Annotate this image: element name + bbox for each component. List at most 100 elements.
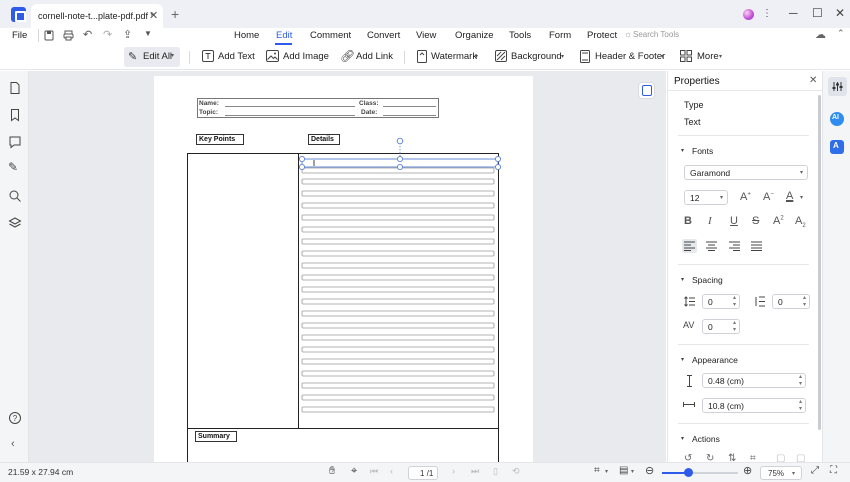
search-icon[interactable] (8, 189, 22, 203)
comment-mode-icon[interactable]: ▤ (619, 465, 628, 476)
add-image-button[interactable]: Add Image (283, 51, 329, 62)
character-spacing-input[interactable]: 0 ▴ ▾ (702, 319, 740, 334)
chevron-down-icon[interactable]: ▾ (800, 194, 803, 201)
fonts-collapse-icon[interactable]: ▾ (681, 147, 684, 154)
close-window-icon[interactable]: ✕ (835, 6, 845, 20)
background-icon[interactable] (495, 50, 507, 62)
fit-page-icon[interactable]: ⤢ (811, 465, 819, 476)
previous-page-icon[interactable]: ‹ (390, 466, 393, 476)
menu-tools[interactable]: Tools (509, 30, 531, 41)
cloud-upload-icon[interactable]: ☁ (815, 28, 826, 41)
spinner-icon[interactable]: ▴ ▾ (799, 374, 802, 388)
zoom-in-icon[interactable]: ⊕ (743, 464, 752, 477)
font-family-select[interactable]: Garamond ▾ (684, 165, 808, 180)
comment-icon[interactable] (8, 135, 22, 149)
key-points-column[interactable] (187, 153, 299, 429)
actions-collapse-icon[interactable]: ▾ (681, 435, 684, 442)
undo-icon[interactable]: ↶ (83, 28, 92, 41)
menu-view[interactable]: View (416, 30, 436, 41)
spinner-icon[interactable]: ▴ ▾ (733, 295, 736, 309)
align-left-button[interactable] (682, 239, 697, 253)
add-link-button[interactable]: Add Link (356, 51, 393, 62)
quick-access-dropdown-icon[interactable]: ▼ (144, 29, 152, 38)
add-text-button[interactable]: Add Text (218, 51, 255, 62)
attachment-icon[interactable]: ✎ (8, 160, 18, 174)
app-logo-icon[interactable] (11, 7, 26, 22)
watermark-icon[interactable] (417, 50, 427, 63)
chevron-down-icon[interactable]: ▾ (631, 468, 634, 475)
page-view-icon[interactable]: ▯ (493, 466, 498, 477)
background-button[interactable]: Background (511, 51, 562, 62)
add-text-icon[interactable] (202, 50, 214, 62)
share-icon[interactable]: ⇪ (123, 28, 132, 41)
strikethrough-icon[interactable]: S (752, 215, 759, 227)
paragraph-spacing-input[interactable]: 0 ▴ ▾ (772, 294, 810, 309)
select-mode-icon[interactable]: ⌗ (594, 465, 600, 476)
underline-icon[interactable]: U (730, 215, 738, 227)
align-center-icon[interactable] (706, 241, 717, 251)
next-page-icon[interactable]: › (452, 466, 455, 476)
header-footer-icon[interactable] (580, 50, 590, 63)
more-options-icon[interactable]: ⋮ (762, 8, 772, 19)
close-panel-icon[interactable]: ✕ (809, 75, 817, 86)
decrease-font-size-icon[interactable]: A− (763, 191, 774, 203)
ai-assistant-icon[interactable]: AI (830, 112, 844, 126)
header-footer-button[interactable]: Header & Footer (595, 51, 665, 62)
menu-protect[interactable]: Protect (587, 30, 617, 41)
maximize-icon[interactable]: ☐ (812, 6, 823, 20)
page-thumbnails-icon[interactable] (8, 81, 22, 95)
more-icon[interactable] (680, 50, 692, 62)
subscript-icon[interactable]: A2 (795, 215, 806, 229)
line-spacing-input[interactable]: 0 ▴ ▾ (702, 294, 740, 309)
spinner-icon[interactable]: ▴ ▾ (803, 295, 806, 309)
details-ruled-lines[interactable] (300, 162, 498, 424)
more-button[interactable]: More (697, 51, 719, 62)
menu-file[interactable]: File (12, 30, 27, 41)
align-right-icon[interactable] (729, 241, 740, 251)
watermark-button[interactable]: Watermark (431, 51, 477, 62)
zoom-out-icon[interactable]: ⊖ (645, 464, 654, 477)
italic-icon[interactable]: I (708, 215, 712, 227)
ai-translate-icon[interactable]: A (830, 140, 844, 154)
search-tools-field[interactable]: Search Tools (633, 30, 679, 39)
user-avatar[interactable] (743, 9, 754, 20)
first-page-icon[interactable]: ⏮ (370, 466, 378, 477)
redo-icon[interactable]: ↷ (103, 28, 112, 41)
page-number-input[interactable]: 1 /1 (408, 466, 438, 480)
align-justify-icon[interactable] (751, 241, 762, 251)
tab-close-icon[interactable]: ✕ (149, 9, 158, 22)
translate-float-button[interactable] (638, 82, 655, 99)
help-icon[interactable]: ? (8, 411, 22, 425)
select-tool-icon[interactable]: ⌖ (351, 465, 357, 478)
link-icon[interactable]: 🔗︎ (340, 49, 355, 63)
spinner-icon[interactable]: ▴ ▾ (733, 320, 736, 334)
appearance-collapse-icon[interactable]: ▾ (681, 356, 684, 363)
bookmark-icon[interactable] (8, 108, 22, 122)
document-tab[interactable]: cornell-note-t...plate-pdf.pdf * ✕ (31, 4, 163, 28)
save-icon[interactable] (44, 30, 54, 41)
layers-icon[interactable] (8, 216, 22, 230)
increase-font-size-icon[interactable]: A+ (740, 191, 751, 203)
menu-organize[interactable]: Organize (455, 30, 494, 41)
zoom-slider-handle[interactable] (684, 468, 693, 477)
font-color-icon[interactable]: A (786, 190, 793, 202)
panel-scrollbar[interactable] (818, 95, 821, 430)
height-input[interactable]: 0.48 (cm) ▴ ▾ (702, 373, 806, 388)
chevron-down-icon[interactable]: ▾ (605, 468, 608, 475)
last-page-icon[interactable]: ⏭ (471, 466, 479, 477)
width-input[interactable]: 10.8 (cm) ▴ ▾ (702, 398, 806, 413)
rotate-view-icon[interactable]: ⟲ (512, 466, 520, 477)
font-size-select[interactable]: 12 ▾ (684, 190, 728, 205)
menu-edit[interactable]: Edit (276, 30, 292, 41)
menu-home[interactable]: Home (234, 30, 259, 41)
add-image-icon[interactable] (266, 50, 279, 62)
selected-text-box[interactable] (298, 137, 502, 173)
fullscreen-icon[interactable]: ⛶ (830, 465, 837, 476)
menu-comment[interactable]: Comment (310, 30, 351, 41)
minimize-icon[interactable]: ─ (789, 6, 798, 20)
bold-icon[interactable]: B (684, 215, 692, 227)
zoom-level-select[interactable]: 75% ▾ (760, 466, 802, 480)
menu-form[interactable]: Form (549, 30, 571, 41)
properties-toggle-button[interactable] (828, 77, 847, 96)
collapse-ribbon-icon[interactable]: ⌃ (837, 28, 845, 39)
